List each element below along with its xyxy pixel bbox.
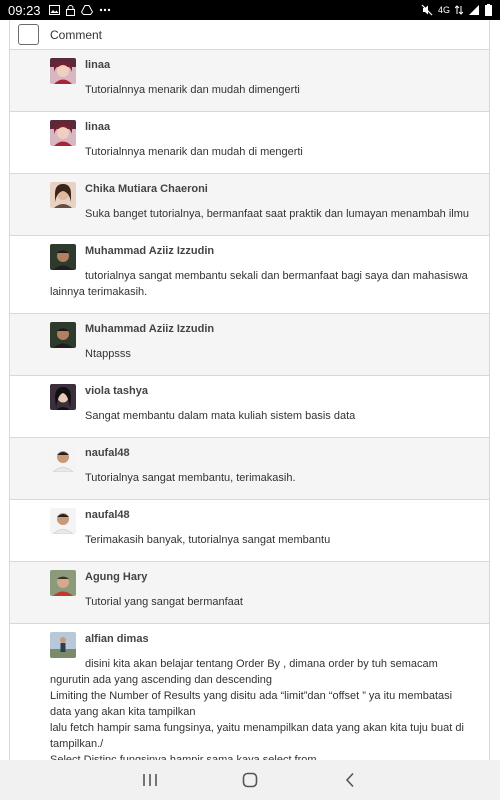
comment-author: naufal48 [85,447,130,459]
avatar [50,244,76,270]
home-button[interactable] [230,765,270,795]
comment-author: naufal48 [85,509,130,521]
comment-author: Muhammad Aziiz Izzudin [85,323,215,335]
comment-body: Tutorial yang sangat bermanfaat [85,594,489,610]
avatar [50,182,76,208]
comment-item: linaa Tutorialnnya menarik dan mudah di … [10,112,489,174]
comment-item: Muhammad Aziiz Izzudin Ntappsss [10,314,489,376]
home-icon [242,772,258,788]
comment-text: Select Distinc fungsinya hampir sama kay… [50,754,320,760]
comment-text: Suka banget tutorialnya, bermanfaat saat… [85,208,469,220]
comment-header-label: Comment [50,27,103,42]
avatar [50,58,76,84]
comment-header: Comment [10,20,489,50]
comment-item: viola tashya Sangat membantu dalam mata … [10,376,489,438]
status-right-icons: 4G [421,4,492,16]
avatar [50,322,76,348]
status-bar: 09:23 4G [0,0,500,20]
comment-author: Chika Mutiara Chaeroni [85,183,208,195]
comment-text: Tutorialnnya menarik dan mudah di menger… [85,146,303,158]
avatar [50,632,76,658]
comment-author: alfian dimas [85,633,149,645]
avatar [50,120,76,146]
avatar [50,570,76,596]
comment-body: Terimakasih banyak, tutorialnya sangat m… [85,532,489,548]
comment-body: Tutorialnnya menarik dan mudah dimengert… [85,82,489,98]
comment-item: linaa Tutorialnnya menarik dan mudah dim… [10,50,489,112]
comment-item: alfian dimas disini kita akan belajar te… [10,624,489,760]
back-button[interactable] [330,765,370,795]
signal-icon [469,5,479,15]
back-icon [345,772,354,788]
comment-body: Tutorialnya sangat membantu, terimakasih… [85,470,489,486]
comment-text: Tutorial yang sangat bermanfaat [85,596,243,608]
comment-checkbox[interactable] [18,24,39,45]
comment-text: lalu fetch hampir sama fungsinya, yaitu … [50,722,464,750]
comment-text: Ntappsss [85,348,131,360]
avatar [50,508,76,534]
avatar [50,446,76,472]
comment-item: Chika Mutiara Chaeroni Suka banget tutor… [10,174,489,236]
comment-body: tutorialnya sangat membantu sekali dan b… [50,268,489,300]
comment-body: Tutorialnnya menarik dan mudah di menger… [85,144,489,160]
comment-author: linaa [85,59,111,71]
comment-text: Terimakasih banyak, tutorialnya sangat m… [85,534,331,546]
comment-text: Tutorialnnya menarik dan mudah dimengert… [85,84,300,96]
comment-author: Muhammad Aziiz Izzudin [85,245,215,257]
comment-body: Sangat membantu dalam mata kuliah sistem… [85,408,489,424]
comment-author: linaa [85,121,111,133]
comment-text: tutorialnya sangat membantu sekali dan b… [50,270,468,298]
gallery-icon [48,5,60,15]
4g-signal-icon [455,5,463,15]
comment-author: Agung Hary [85,571,148,583]
mute-icon [421,4,433,16]
lock-icon [65,4,75,16]
recent-apps-icon [143,774,157,786]
status-left-icons [48,4,111,16]
comment-author: viola tashya [85,385,148,397]
comment-text: Tutorialnya sangat membantu, terimakasih… [85,472,296,484]
status-time: 09:23 [8,2,41,18]
comment-text: Sangat membantu dalam mata kuliah sistem… [85,410,356,422]
navigation-bar [0,760,500,800]
drive-icon [80,5,93,15]
comments-panel: Comment linaa Tutorialnnya menarik dan m… [9,20,490,760]
comment-item: naufal48 Terimakasih banyak, tutorialnya… [10,500,489,562]
comment-text: disini kita akan belajar tentang Order B… [50,658,438,686]
battery-icon [485,4,492,16]
recent-apps-button[interactable] [130,765,170,795]
comment-item: naufal48 Tutorialnya sangat membantu, te… [10,438,489,500]
comment-body: Suka banget tutorialnya, bermanfaat saat… [50,206,489,222]
comment-body: disini kita akan belajar tentang Order B… [50,656,489,760]
comment-text: Limiting the Number of Results yang disi… [50,690,453,718]
network-label: 4G [437,5,450,15]
more-icon [99,8,110,12]
comment-body: Ntappsss [85,346,489,362]
comment-item: Muhammad Aziiz Izzudin tutorialnya sanga… [10,236,489,314]
comment-item: Agung Hary Tutorial yang sangat bermanfa… [10,562,489,624]
avatar [50,384,76,410]
